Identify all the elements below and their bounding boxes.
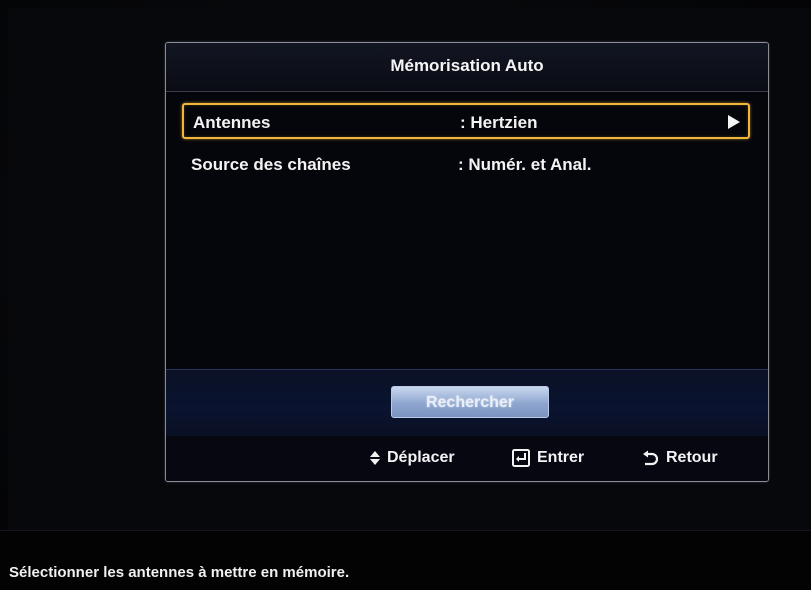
- enter-icon: [512, 449, 530, 467]
- hint-return-label: Retour: [666, 449, 718, 466]
- dialog-title: Mémorisation Auto: [390, 56, 544, 75]
- tv-screen: Mémorisation Auto Antennes : Hertzien So…: [0, 0, 811, 590]
- setting-value: : Hertzien: [460, 113, 538, 132]
- action-band: Rechercher: [166, 369, 768, 437]
- setting-row-source-des-chaines[interactable]: Source des chaînes : Numér. et Anal.: [182, 147, 750, 183]
- up-down-icon: [370, 451, 380, 465]
- return-icon: [643, 450, 659, 466]
- hint-move: Déplacer: [370, 448, 455, 468]
- hint-enter: Entrer: [512, 448, 584, 468]
- search-button[interactable]: Rechercher: [391, 386, 549, 418]
- hint-return: Retour: [641, 448, 718, 468]
- hint-move-label: Déplacer: [387, 449, 455, 466]
- setting-value: : Numér. et Anal.: [458, 155, 592, 174]
- setting-label: Source des chaînes: [191, 155, 351, 174]
- search-button-label: Rechercher: [425, 394, 515, 411]
- setting-row-antennes[interactable]: Antennes : Hertzien: [182, 103, 750, 139]
- status-bar: Sélectionner les antennes à mettre en mé…: [0, 530, 811, 590]
- dialog-header: Mémorisation Auto: [166, 43, 768, 92]
- arrow-right-icon[interactable]: [728, 115, 740, 129]
- auto-store-dialog: Mémorisation Auto Antennes : Hertzien So…: [165, 42, 769, 482]
- dialog-footer: Déplacer Entrer Retour: [166, 436, 768, 481]
- status-message: Sélectionner les antennes à mettre en mé…: [9, 564, 350, 581]
- setting-label: Antennes: [193, 113, 271, 132]
- hint-enter-label: Entrer: [537, 449, 585, 466]
